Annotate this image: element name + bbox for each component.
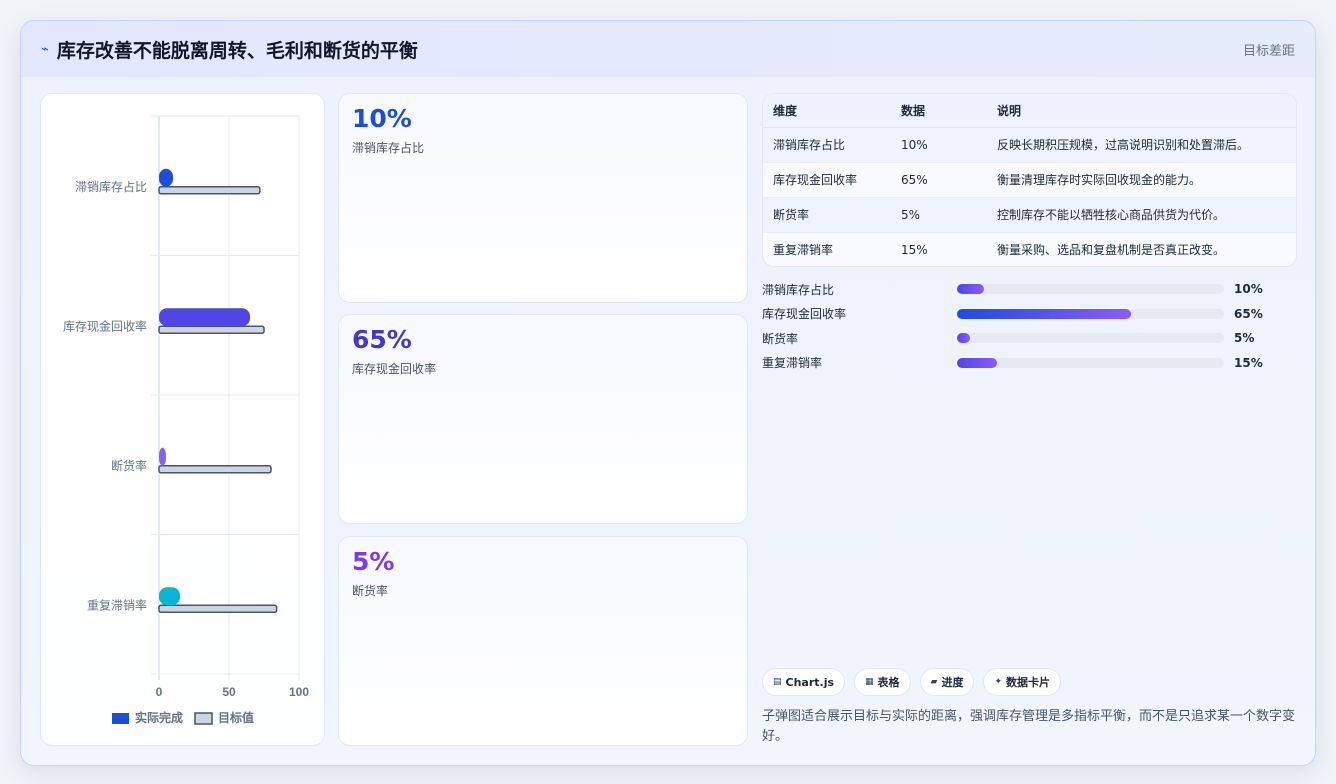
progress-track [957,308,1224,319]
progress-icon: ▰ [930,677,938,687]
table-cell: 滞销库存占比 [763,127,891,163]
header-tag: 目标差距 [1242,43,1295,59]
progress-label: 滞销库存占比 [762,282,835,297]
table-cell: 反映长期积压规模，过高说明识别和处置滞后。 [987,127,1296,163]
kpi-label: 断货率 [352,584,389,598]
sparkline-icon: ⌁ [41,41,49,57]
target-bar [158,465,272,474]
kpi-label: 库存现金回收率 [352,362,437,376]
bullet-chart-panel: 滞销库存占比库存现金回收率断货率重复滞销率 0 50 100 实际完成 目标值 [40,93,325,746]
category-tick-label: 库存现金回收率 [63,318,147,333]
progress-label: 断货率 [762,331,799,346]
actual-bar [159,447,166,466]
table-cell: 衡量采购、选品和复盘机制是否真正改变。 [987,232,1296,266]
progress-value: 10% [1234,282,1263,297]
table-cell: 10% [891,127,987,163]
category-tick-label: 重复滞销率 [87,597,147,612]
table-row: 重复滞销率 15% 衡量采购、选品和复盘机制是否真正改变。 [763,232,1296,266]
table-cell: 5% [891,197,987,233]
sparkle-icon: ✦ [994,677,1003,687]
kpi-card: 10% 滞销库存占比 [338,93,748,303]
legend-label: 目标值 [218,710,254,725]
table-cell: 65% [891,162,987,198]
description-note: 子弹图适合展示目标与实际的距离，强调库存管理是多指标平衡，而不是只追求某一个数字… [762,709,1296,744]
chip-chartjs[interactable]: ▤ Chart.js [762,668,846,696]
x-tick-label: 50 [222,685,236,699]
dashboard-frame: ⌁ 库存改善不能脱离周转、毛利和断货的平衡 目标差距 滞销库存占比 库存现金回收率… [20,20,1316,766]
chip-label: 数据卡片 [1006,676,1051,689]
progress-row: 库存现金回收率 65% [762,302,1297,327]
progress-track [957,284,1224,295]
progress-track [957,357,1224,368]
table-header-cell: 维度 [763,94,891,128]
chip-cards[interactable]: ✦ 数据卡片 [983,668,1062,696]
target-bar [158,186,261,195]
progress-fill [957,308,1131,319]
legend-swatch-target [194,712,213,725]
table-icon: ▦ [865,677,874,687]
progress-fill [957,357,998,368]
progress-value: 65% [1234,306,1263,321]
progress-list: 滞销库存占比 10% 库存现金回收率 65% 断货率 5% 重复滞销率 15% [762,277,1297,375]
table-cell: 衡量清理库存时实际回收现金的能力。 [987,162,1296,198]
progress-row: 断货率 5% [762,326,1297,351]
table-cell: 重复滞销率 [763,232,891,266]
progress-label: 重复滞销率 [762,356,823,371]
progress-fill [957,284,984,295]
progress-value: 5% [1234,331,1255,346]
kpi-card: 5% 断货率 [338,536,748,746]
table-header-cell: 说明 [987,94,1296,128]
progress-row: 滞销库存占比 10% [762,277,1297,302]
page-title: 库存改善不能脱离周转、毛利和断货的平衡 [56,39,418,62]
chip-label: 表格 [877,676,900,689]
category-tick-label: 断货率 [111,458,147,473]
actual-bar [159,168,173,187]
actual-bar [159,308,250,327]
legend-swatch-actual [112,713,129,724]
target-bar [158,325,265,334]
kpi-value: 65% [352,325,412,354]
category-tick-label: 滞销库存占比 [75,179,147,194]
table-header-cell: 数据 [891,94,987,128]
kpi-value: 10% [352,104,412,133]
progress-row: 重复滞销率 15% [762,351,1297,376]
x-tick-label: 0 [156,685,163,699]
table-cell: 库存现金回收率 [763,162,891,198]
kpi-label: 滞销库存占比 [352,141,425,155]
chip-table[interactable]: ▦ 表格 [854,668,911,696]
tech-chips: ▤ Chart.js ▦ 表格 ▰ 进度 ✦ 数据卡片 [762,668,1062,696]
target-bar [158,604,278,613]
table-row: 滞销库存占比 10% 反映长期积压规模，过高说明识别和处置滞后。 [763,127,1296,163]
table-row: 断货率 5% 控制库存不能以牺牲核心商品供货为代价。 [763,197,1296,233]
progress-value: 15% [1234,355,1263,370]
table-cell: 15% [891,232,987,266]
table-header-row: 维度 数据 说明 [763,94,1296,128]
data-table: 维度 数据 说明 滞销库存占比 10% 反映长期积压规模，过高说明识别和处置滞后… [762,93,1297,267]
bullet-chart: 滞销库存占比库存现金回收率断货率重复滞销率 0 50 100 实际完成 目标值 [63,115,309,725]
progress-fill [957,333,971,344]
header: ⌁ 库存改善不能脱离周转、毛利和断货的平衡 目标差距 [21,21,1315,77]
progress-track [957,333,1224,344]
chip-label: 进度 [941,676,964,689]
legend-label: 实际完成 [135,710,183,725]
table-row: 库存现金回收率 65% 衡量清理库存时实际回收现金的能力。 [763,162,1296,198]
table-cell: 控制库存不能以牺牲核心商品供货为代价。 [987,197,1296,233]
chart-icon: ▤ [773,677,782,687]
kpi-card: 65% 库存现金回收率 [338,314,748,524]
chip-label: Chart.js [785,675,835,689]
progress-label: 库存现金回收率 [762,307,847,322]
x-tick-label: 100 [289,685,309,699]
table-cell: 断货率 [763,197,891,233]
chip-progress[interactable]: ▰ 进度 [919,668,975,696]
actual-bar [159,587,180,606]
kpi-value: 5% [352,547,395,576]
